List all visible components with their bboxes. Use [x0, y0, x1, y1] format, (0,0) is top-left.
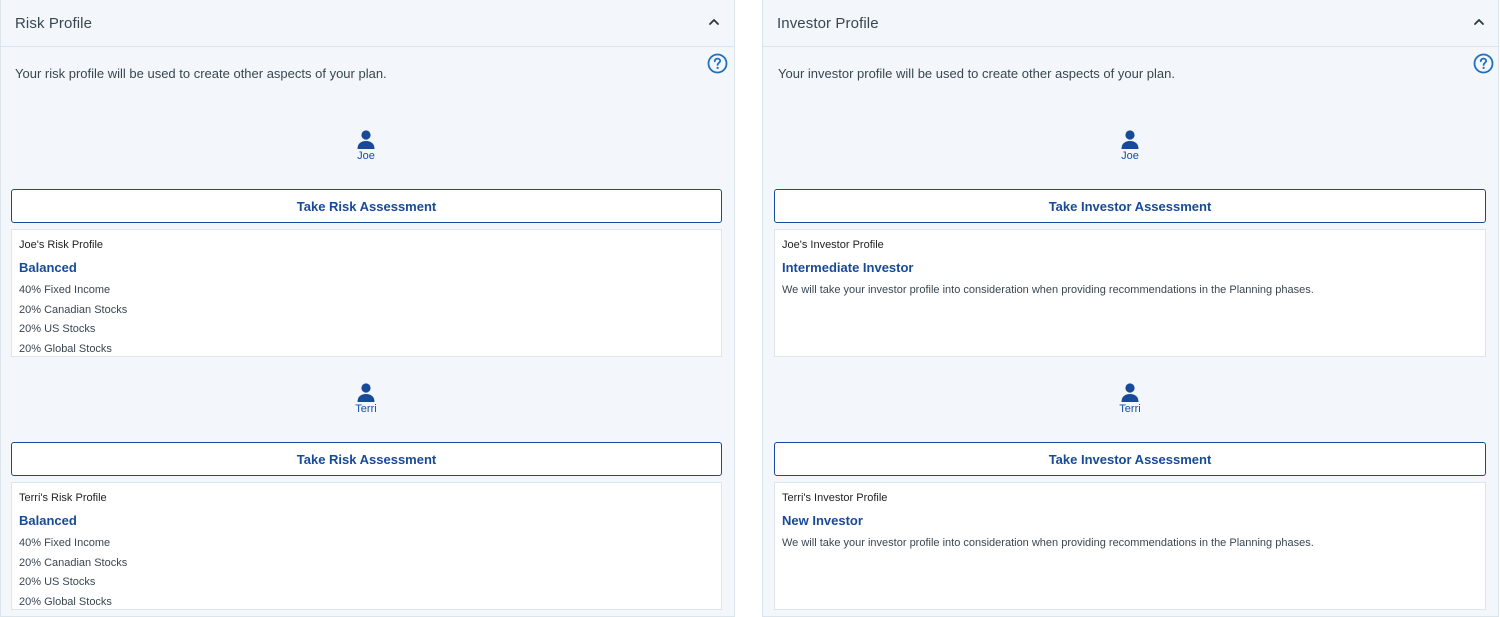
allocation-item: 20% US Stocks: [19, 323, 96, 335]
person-name: Terri: [1119, 403, 1141, 415]
panel-title: Risk Profile: [15, 14, 93, 32]
allocation-item: 20% Global Stocks: [19, 342, 112, 355]
investor-profile-value: New Investor: [782, 513, 863, 528]
allocation-list: 40% Fixed Income 20% Canadian Stocks 20%…: [19, 283, 714, 356]
person-joe: Joe: [1100, 129, 1160, 162]
investor-profile-note: We will take your investor profile into …: [782, 537, 1314, 549]
allocation-item: 40% Fixed Income: [19, 537, 111, 549]
chevron-up-icon[interactable]: [706, 14, 722, 30]
person-terri: Terri: [1100, 382, 1160, 415]
person-joe: Joe: [336, 129, 396, 162]
person-icon: [357, 383, 375, 402]
risk-profile-card-joe: Joe's Risk Profile Balanced 40% Fixed In…: [11, 229, 722, 357]
risk-profile-header[interactable]: Risk Profile: [1, 0, 734, 47]
person-name: Joe: [1121, 150, 1139, 162]
allocation-item: 20% Global Stocks: [19, 595, 112, 608]
take-investor-assessment-button-terri[interactable]: Take Investor Assessment: [774, 442, 1486, 476]
panel-description: Your risk profile will be used to create…: [15, 66, 387, 81]
investor-profile-card-terri: Terri's Investor Profile New Investor We…: [774, 482, 1486, 610]
risk-profile-card-terri: Terri's Risk Profile Balanced 40% Fixed …: [11, 482, 722, 610]
investor-profile-value: Intermediate Investor: [782, 260, 914, 275]
allocation-item: 20% US Stocks: [19, 576, 96, 588]
panel-description: Your investor profile will be used to cr…: [778, 66, 1175, 81]
card-heading: Terri's Investor Profile: [782, 492, 888, 504]
take-investor-assessment-button-joe[interactable]: Take Investor Assessment: [774, 189, 1486, 223]
take-risk-assessment-button-joe[interactable]: Take Risk Assessment: [11, 189, 722, 223]
card-heading: Terri's Risk Profile: [19, 492, 107, 504]
chevron-up-icon[interactable]: [1471, 14, 1487, 30]
investor-profile-panel: Investor Profile Your investor profile w…: [762, 0, 1499, 617]
person-terri: Terri: [336, 382, 396, 415]
investor-profile-header[interactable]: Investor Profile: [763, 0, 1498, 47]
allocation-item: 20% Canadian Stocks: [19, 556, 128, 569]
person-icon: [1121, 383, 1139, 402]
risk-profile-value: Balanced: [19, 260, 77, 275]
person-icon: [1121, 130, 1139, 149]
card-heading: Joe's Investor Profile: [782, 239, 884, 251]
allocation-list: 40% Fixed Income 20% Canadian Stocks 20%…: [19, 536, 714, 609]
help-circle-icon[interactable]: [707, 53, 728, 74]
person-name: Joe: [357, 150, 375, 162]
investor-profile-card-joe: Joe's Investor Profile Intermediate Inve…: [774, 229, 1486, 357]
allocation-item: 40% Fixed Income: [19, 284, 111, 296]
allocation-item: 20% Canadian Stocks: [19, 303, 128, 316]
investor-profile-note: We will take your investor profile into …: [782, 284, 1314, 296]
panel-title: Investor Profile: [777, 14, 879, 32]
help-circle-icon[interactable]: [1473, 53, 1494, 74]
person-name: Terri: [355, 403, 377, 415]
card-heading: Joe's Risk Profile: [19, 239, 104, 251]
take-risk-assessment-button-terri[interactable]: Take Risk Assessment: [11, 442, 722, 476]
person-icon: [357, 130, 375, 149]
risk-profile-panel: Risk Profile Your risk profile will be u…: [0, 0, 735, 617]
risk-profile-value: Balanced: [19, 513, 77, 528]
